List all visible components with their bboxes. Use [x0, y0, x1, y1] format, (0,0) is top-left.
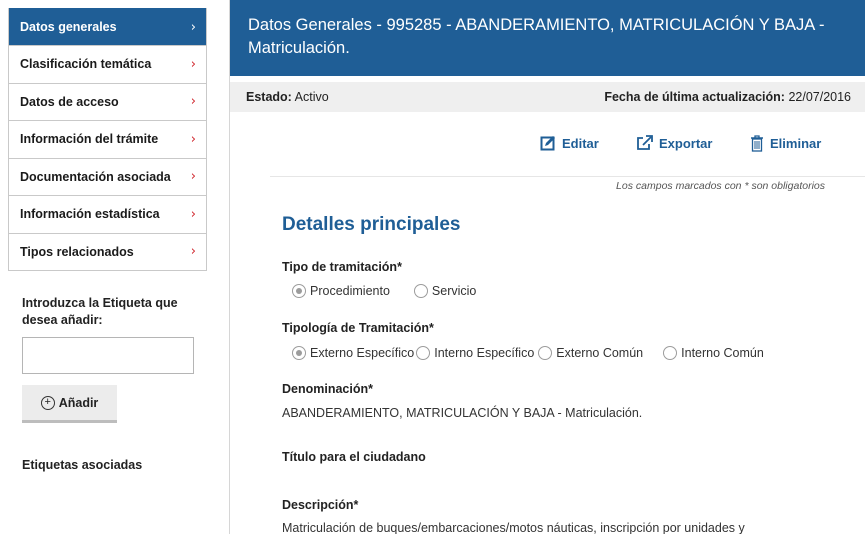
sidebar-item-clasificacion-tematica[interactable]: Clasificación temática ›	[9, 45, 206, 83]
radio-procedimiento[interactable]: Procedimiento	[292, 284, 390, 298]
status-updated-value: 22/07/2016	[788, 90, 851, 104]
radio-servicio[interactable]: Servicio	[413, 284, 477, 298]
sidebar-item-label: Clasificación temática	[20, 57, 152, 72]
denominacion-value: ABANDERAMIENTO, MATRICULACIÓN Y BAJA - M…	[282, 406, 643, 420]
status-state: Estado: Activo	[246, 90, 329, 104]
edit-icon	[540, 136, 555, 151]
associated-tags-label: Etiquetas asociadas	[22, 458, 143, 472]
radio-unchecked-icon	[413, 284, 428, 298]
tag-input[interactable]	[22, 337, 194, 374]
chevron-right-icon: ›	[190, 19, 196, 35]
status-state-label: Estado:	[246, 90, 292, 104]
chevron-right-icon: ›	[190, 206, 196, 222]
status-bar: Estado: Activo Fecha de última actualiza…	[230, 82, 865, 112]
chevron-right-icon: ›	[190, 169, 196, 185]
radio-interno-comun[interactable]: Interno Común	[663, 346, 764, 360]
export-icon	[637, 135, 653, 150]
radio-externo-especifico[interactable]: Externo Específico	[292, 346, 414, 360]
sidebar-item-informacion-estadistica[interactable]: Información estadística ›	[9, 195, 206, 233]
sidebar-item-label: Documentación asociada	[20, 169, 171, 184]
radio-label: Externo Específico	[310, 346, 415, 360]
status-updated-label: Fecha de última actualización:	[604, 90, 785, 104]
page-header: Datos Generales - 995285 - ABANDERAMIENT…	[230, 0, 865, 76]
tipologia-label: Tipología de Tramitación*	[282, 321, 434, 335]
sidebar-item-datos-acceso[interactable]: Datos de acceso ›	[9, 82, 206, 121]
edit-button-label: Editar	[562, 135, 599, 151]
sidebar-item-documentacion-asociada[interactable]: Documentación asociada ›	[9, 157, 206, 196]
radio-unchecked-icon	[538, 346, 553, 360]
radio-label: Interno Común	[681, 346, 764, 360]
sidebar-nav: Datos generales › Clasificación temática…	[8, 8, 207, 271]
radio-checked-icon	[292, 284, 306, 298]
radio-unchecked-icon	[663, 346, 678, 360]
page-title: Datos Generales - 995285 - ABANDERAMIENT…	[248, 16, 825, 57]
sidebar-item-label: Datos generales	[20, 20, 117, 34]
radio-label: Externo Común	[556, 346, 644, 360]
radio-unchecked-icon	[416, 346, 431, 360]
sidebar-item-informacion-tramite[interactable]: Información del trámite ›	[9, 120, 206, 158]
descripcion-label: Descripción*	[282, 498, 359, 512]
status-state-value: Activo	[294, 90, 329, 104]
sidebar: Datos generales › Clasificación temática…	[0, 0, 213, 534]
main-content: Datos Generales - 995285 - ABANDERAMIENT…	[230, 0, 865, 534]
sidebar-item-label: Datos de acceso	[20, 94, 119, 109]
trash-icon	[751, 135, 763, 152]
tipologia-radio-group: Externo Específico Interno Específico Ex…	[292, 346, 764, 360]
chevron-right-icon: ›	[190, 56, 196, 72]
status-updated: Fecha de última actualización: 22/07/201…	[604, 90, 851, 104]
radio-label: Procedimiento	[310, 284, 390, 298]
sidebar-item-label: Información del trámite	[20, 132, 159, 147]
toolbar: Editar Exportar Eliminar	[230, 135, 865, 155]
denominacion-label: Denominación*	[282, 382, 373, 396]
radio-checked-icon	[292, 346, 306, 360]
required-fields-note: Los campos marcados con * son obligatori…	[616, 180, 825, 192]
chevron-right-icon: ›	[190, 131, 196, 147]
radio-interno-especifico[interactable]: Interno Específico	[416, 346, 534, 360]
tipo-tramitacion-label: Tipo de tramitación*	[282, 260, 402, 274]
add-tag-button-label: Añadir	[58, 395, 99, 410]
sidebar-item-label: Tipos relacionados	[20, 244, 134, 259]
edit-button[interactable]: Editar	[540, 135, 599, 151]
section-title: Detalles principales	[282, 214, 461, 235]
divider	[270, 176, 865, 177]
tag-prompt-label: Introduzca la Etiqueta que desea añadir:	[22, 296, 178, 327]
chevron-right-icon: ›	[190, 94, 196, 110]
chevron-right-icon: ›	[190, 244, 196, 260]
plus-circle-icon: +	[40, 395, 55, 410]
delete-button-label: Eliminar	[770, 136, 822, 151]
radio-label: Servicio	[431, 284, 477, 298]
sidebar-item-tipos-relacionados[interactable]: Tipos relacionados ›	[9, 232, 206, 271]
radio-label: Interno Específico	[434, 346, 535, 360]
titulo-ciudadano-label: Título para el ciudadano	[282, 450, 426, 464]
add-tag-button[interactable]: + Añadir	[22, 385, 117, 423]
export-button[interactable]: Exportar	[636, 135, 712, 151]
sidebar-item-datos-generales[interactable]: Datos generales ›	[9, 8, 206, 45]
descripcion-value: Matriculación de buques/embarcaciones/mo…	[282, 521, 745, 534]
export-button-label: Exportar	[659, 135, 713, 151]
delete-button[interactable]: Eliminar	[750, 135, 821, 152]
sidebar-item-label: Información estadística	[20, 207, 160, 222]
tipo-tramitacion-radio-group: Procedimiento Servicio	[292, 284, 476, 298]
radio-externo-comun[interactable]: Externo Común	[538, 346, 643, 360]
